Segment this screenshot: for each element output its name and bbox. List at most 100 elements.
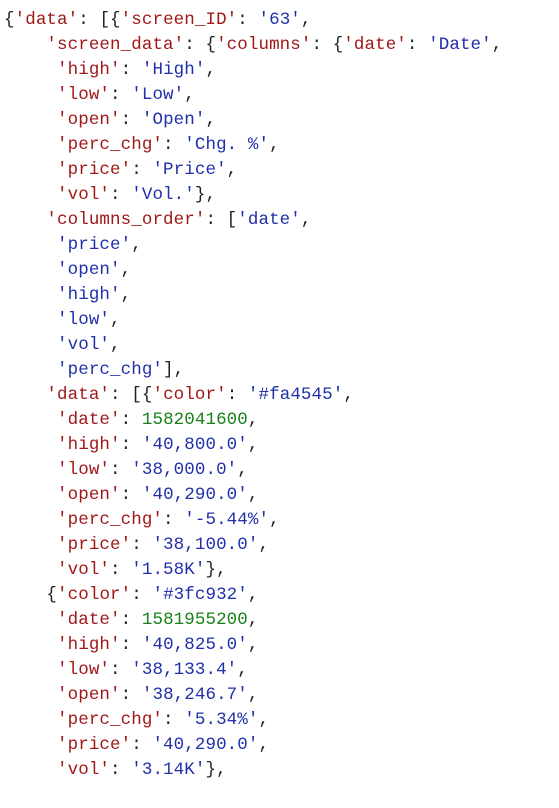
punct: , [301, 210, 312, 230]
punct: }, [205, 560, 226, 580]
string-value: 'perc_chg' [57, 360, 163, 380]
code-line: 'columns_order': ['date', [4, 210, 312, 230]
code-line: 'price': 'Price', [4, 160, 237, 180]
dict-key: 'vol' [57, 760, 110, 780]
string-value: '40,825.0' [142, 635, 248, 655]
code-line: 'price': '38,100.0', [4, 535, 269, 555]
string-value: 'Open' [142, 110, 206, 130]
punct: , [248, 610, 259, 630]
code-line: {'color': '#3fc932', [4, 585, 259, 605]
code-line: 'open': 'Open', [4, 110, 216, 130]
string-value: '40,800.0' [142, 435, 248, 455]
punct: , [184, 85, 195, 105]
string-value: '63' [259, 10, 301, 30]
punct: , [248, 585, 259, 605]
punct: , [205, 110, 216, 130]
code-line: 'high': '40,825.0', [4, 635, 259, 655]
punct: , [258, 710, 269, 730]
punct: , [269, 510, 280, 530]
dict-key: 'open' [57, 110, 121, 130]
code-line: 'high': '40,800.0', [4, 435, 259, 455]
punct: : [163, 510, 184, 530]
dict-key: 'columns' [216, 35, 311, 55]
punct: : [237, 10, 258, 30]
punct: : [131, 735, 152, 755]
string-value: '3.14K' [131, 760, 205, 780]
dict-key: 'price' [57, 535, 131, 555]
punct: , [269, 135, 280, 155]
punct: : [121, 610, 142, 630]
string-value: 'vol' [57, 335, 110, 355]
dict-key: 'low' [57, 660, 110, 680]
code-line: 'perc_chg': '-5.44%', [4, 510, 280, 530]
string-value: 'high' [57, 285, 121, 305]
dict-key: 'data' [46, 385, 110, 405]
code-line: 'vol': 'Vol.'}, [4, 185, 216, 205]
dict-key: 'screen_data' [46, 35, 184, 55]
punct: , [258, 535, 269, 555]
dict-key: 'high' [57, 60, 121, 80]
code-line: 'low': '38,000.0', [4, 460, 248, 480]
code-line: 'low', [4, 310, 121, 330]
punct: , [343, 385, 354, 405]
punct: , [131, 235, 142, 255]
code-line: 'perc_chg': '5.34%', [4, 710, 269, 730]
punct: }, [195, 185, 216, 205]
string-value: '-5.44%' [184, 510, 269, 530]
string-value: 'price' [57, 235, 131, 255]
punct: , [248, 410, 259, 430]
code-line: 'screen_data': {'columns': {'date': 'Dat… [4, 35, 502, 55]
string-value: '1.58K' [131, 560, 205, 580]
dict-key: 'vol' [57, 560, 110, 580]
code-line: 'open', [4, 260, 131, 280]
punct: , [258, 735, 269, 755]
code-line: 'price', [4, 235, 142, 255]
dict-key: 'low' [57, 85, 110, 105]
brace: { [46, 585, 57, 605]
punct: , [205, 60, 216, 80]
dict-key: 'perc_chg' [57, 510, 163, 530]
punct: , [248, 685, 259, 705]
string-value: 'open' [57, 260, 121, 280]
punct: , [237, 460, 248, 480]
dict-key: 'vol' [57, 185, 110, 205]
string-value: '#fa4545' [248, 385, 343, 405]
punct: : [121, 435, 142, 455]
punct: , [301, 10, 312, 30]
dict-key: 'low' [57, 460, 110, 480]
string-value: 'Price' [152, 160, 226, 180]
punct: : [121, 635, 142, 655]
code-line: {'data': [{'screen_ID': '63', [4, 10, 312, 30]
dict-key: 'high' [57, 635, 121, 655]
dict-key: 'color' [152, 385, 226, 405]
punct: : [110, 185, 131, 205]
string-value: 'date' [237, 210, 301, 230]
punct: : [131, 585, 152, 605]
code-line: 'high': 'High', [4, 60, 216, 80]
dict-key: 'date' [57, 410, 121, 430]
punct: , [227, 160, 238, 180]
dict-key: 'high' [57, 435, 121, 455]
dict-key: 'price' [57, 160, 131, 180]
punct: : [227, 385, 248, 405]
punct: : [131, 535, 152, 555]
code-line: 'vol': '3.14K'}, [4, 760, 227, 780]
punct: : [407, 35, 428, 55]
dict-key: 'perc_chg' [57, 710, 163, 730]
string-value: '5.34%' [184, 710, 258, 730]
dict-key: 'price' [57, 735, 131, 755]
punct: ], [163, 360, 184, 380]
punct: : [ [205, 210, 237, 230]
string-value: '40,290.0' [142, 485, 248, 505]
string-value: 'Low' [131, 85, 184, 105]
code-line: 'date': 1581955200, [4, 610, 259, 630]
punct: : [163, 710, 184, 730]
string-value: '38,246.7' [142, 685, 248, 705]
string-value: 'High' [142, 60, 206, 80]
dict-key: 'data' [15, 10, 79, 30]
punct: : [121, 60, 142, 80]
string-value: 'Date' [428, 35, 492, 55]
number-value: 1582041600 [142, 410, 248, 430]
punct: : [131, 160, 152, 180]
dict-key: 'open' [57, 485, 121, 505]
